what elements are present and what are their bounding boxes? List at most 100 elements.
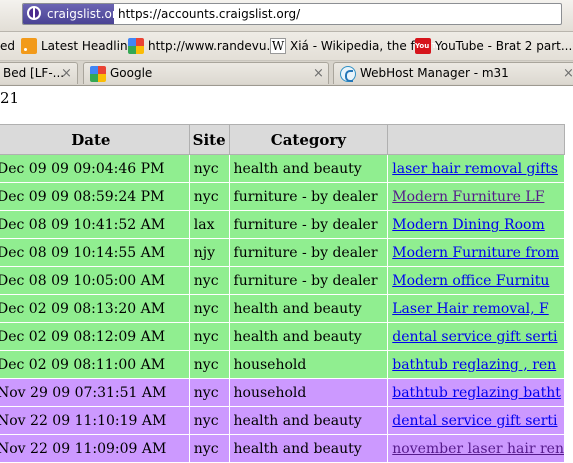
column-header-date[interactable]: Date bbox=[0, 124, 190, 155]
posting-category: furniture - by dealer bbox=[228, 210, 389, 239]
bookmark-label: ed bbox=[0, 39, 15, 53]
tab-google[interactable]: Google × bbox=[83, 62, 329, 84]
posting-title-cell: Modern Furniture from bbox=[387, 238, 565, 267]
posting-category: health and beauty bbox=[228, 322, 389, 351]
rss-icon bbox=[21, 38, 37, 54]
bookmark-label: Latest Headlines bbox=[41, 39, 142, 53]
postings-table: Date Site Category Dec 09 09 09:04:46 PM… bbox=[0, 124, 565, 463]
table-row: Nov 29 09 07:31:51 AM nyc household bathtub… bbox=[0, 378, 565, 407]
posting-date: Dec 08 09 10:05:00 AM bbox=[0, 266, 190, 295]
google-icon bbox=[90, 66, 106, 82]
tab-strip: Bed [LF-... × Google × WebHost Manager -… bbox=[0, 61, 573, 86]
posting-title-cell: Modern Furniture LF bbox=[387, 182, 565, 211]
posting-title-cell: november laser hair ren bbox=[387, 434, 565, 463]
posting-site: nyc bbox=[188, 406, 230, 435]
posting-site: nyc bbox=[188, 434, 230, 463]
posting-title-cell: laser hair removal gifts bbox=[387, 154, 565, 183]
posting-site: nyc bbox=[188, 378, 230, 407]
tab-webhost-manager[interactable]: WebHost Manager - m31 × bbox=[333, 62, 573, 84]
tab-bed[interactable]: Bed [LF-... × bbox=[0, 62, 78, 84]
close-icon[interactable]: × bbox=[313, 63, 324, 84]
posting-title-link[interactable]: Modern Dining Room bbox=[392, 217, 544, 233]
wikipedia-icon: W bbox=[270, 38, 286, 54]
posting-category: health and beauty bbox=[228, 434, 389, 463]
google-icon bbox=[128, 38, 144, 54]
address-bar: craigslist.org https://accounts.craigsli… bbox=[0, 0, 573, 32]
tab-label: Bed [LF-... bbox=[3, 66, 65, 80]
posting-date: Dec 02 09 08:11:00 AM bbox=[0, 350, 190, 379]
bookmarks-toolbar: ed Latest Headlines http://www.randevu..… bbox=[0, 32, 573, 61]
tab-label: WebHost Manager - m31 bbox=[360, 66, 509, 80]
posting-title-cell: Modern office Furnitu bbox=[387, 266, 565, 295]
posting-title-link[interactable]: Modern Furniture LF bbox=[392, 189, 544, 205]
close-icon[interactable]: × bbox=[61, 63, 72, 84]
tab-label: Google bbox=[110, 66, 153, 80]
url-field[interactable]: craigslist.org https://accounts.craigsli… bbox=[22, 3, 562, 25]
column-header-site[interactable]: Site bbox=[188, 124, 230, 155]
bookmark-label: Xiá - Wikipedia, the fr... bbox=[290, 39, 431, 53]
posting-title-cell: Laser Hair removal, F bbox=[387, 294, 565, 323]
posting-title-link[interactable]: bathtub reglazing , ren bbox=[392, 357, 556, 373]
table-row: Dec 08 09 10:41:52 AM lax furniture - by d… bbox=[0, 210, 565, 239]
posting-site: nyc bbox=[188, 322, 230, 351]
posting-title-cell: Modern Dining Room bbox=[387, 210, 565, 239]
posting-site: nyc bbox=[188, 266, 230, 295]
posting-title-link[interactable]: dental service gift serti bbox=[392, 413, 557, 429]
posting-title-link[interactable]: Modern office Furnitu bbox=[392, 273, 549, 289]
table-row: Dec 09 09 09:04:46 PM nyc health and beaut… bbox=[0, 154, 565, 183]
posting-title-link[interactable]: laser hair removal gifts bbox=[392, 161, 558, 177]
posting-title-cell: dental service gift serti bbox=[387, 322, 565, 351]
table-row: Nov 22 09 11:09:09 AM nyc health and beaut… bbox=[0, 434, 565, 463]
column-header-category[interactable]: Category bbox=[228, 124, 389, 155]
posting-date: Dec 02 09 08:13:20 AM bbox=[0, 294, 190, 323]
posting-site: nyc bbox=[188, 154, 230, 183]
close-icon[interactable]: × bbox=[563, 63, 573, 84]
table-header-row: Date Site Category bbox=[0, 124, 565, 155]
table-row: Dec 08 09 10:14:55 AM njy furniture - by d… bbox=[0, 238, 565, 267]
posting-date: Dec 02 09 08:12:09 AM bbox=[0, 322, 190, 351]
posting-category: health and beauty bbox=[228, 406, 389, 435]
posting-category: household bbox=[228, 350, 389, 379]
posting-date: Dec 08 09 10:14:55 AM bbox=[0, 238, 190, 267]
posting-title-cell: bathtub reglazing batht bbox=[387, 378, 565, 407]
posting-date: Nov 29 09 07:31:51 AM bbox=[0, 378, 190, 407]
posting-title-link[interactable]: Laser Hair removal, F bbox=[392, 301, 548, 317]
posting-category: health and beauty bbox=[228, 154, 389, 183]
column-header-title[interactable] bbox=[387, 124, 565, 155]
posting-title-link[interactable]: Modern Furniture from bbox=[392, 245, 559, 261]
posting-date: Nov 22 09 11:10:19 AM bbox=[0, 406, 190, 435]
table-row: Dec 02 09 08:13:20 AM nyc health and beaut… bbox=[0, 294, 565, 323]
cpanel-icon bbox=[340, 66, 356, 82]
table-row: Dec 02 09 08:12:09 AM nyc health and beaut… bbox=[0, 322, 565, 351]
bookmark-label: http://www.randevu.... bbox=[148, 39, 282, 53]
posting-category: furniture - by dealer bbox=[228, 266, 389, 295]
posting-date: Dec 08 09 10:41:52 AM bbox=[0, 210, 190, 239]
posting-site: nyc bbox=[188, 294, 230, 323]
table-row: Dec 02 09 08:11:00 AM nyc household bathtub… bbox=[0, 350, 565, 379]
posting-date: Dec 09 09 08:59:24 PM bbox=[0, 182, 190, 211]
posting-title-cell: bathtub reglazing , ren bbox=[387, 350, 565, 379]
result-count: 21 bbox=[0, 89, 20, 107]
posting-category: furniture - by dealer bbox=[228, 238, 389, 267]
posting-title-cell: dental service gift serti bbox=[387, 406, 565, 435]
posting-site: nyc bbox=[188, 182, 230, 211]
posting-category: household bbox=[228, 378, 389, 407]
posting-title-link[interactable]: bathtub reglazing batht bbox=[392, 385, 561, 401]
posting-category: furniture - by dealer bbox=[228, 182, 389, 211]
posting-date: Dec 09 09 09:04:46 PM bbox=[0, 154, 190, 183]
bookmark-label: YouTube - Brat 2 part... bbox=[435, 39, 573, 53]
site-identity-button[interactable]: craigslist.org bbox=[23, 4, 124, 24]
posting-date: Nov 22 09 11:09:09 AM bbox=[0, 434, 190, 463]
posting-title-link[interactable]: november laser hair ren bbox=[392, 441, 563, 457]
url-text[interactable]: https://accounts.craigslist.org/ bbox=[118, 4, 300, 24]
site-identity-label: craigslist.org bbox=[47, 7, 125, 21]
youtube-icon: You Tube bbox=[415, 38, 450, 54]
posting-site: nyc bbox=[188, 350, 230, 379]
table-row: Dec 09 09 08:59:24 PM nyc furniture - by d… bbox=[0, 182, 565, 211]
site-favicon-icon bbox=[27, 6, 41, 20]
posting-title-link[interactable]: dental service gift serti bbox=[392, 329, 557, 345]
posting-category: health and beauty bbox=[228, 294, 389, 323]
table-row: Dec 08 09 10:05:00 AM nyc furniture - by d… bbox=[0, 266, 565, 295]
table-row: Nov 22 09 11:10:19 AM nyc health and beaut… bbox=[0, 406, 565, 435]
posting-site: njy bbox=[188, 238, 230, 267]
